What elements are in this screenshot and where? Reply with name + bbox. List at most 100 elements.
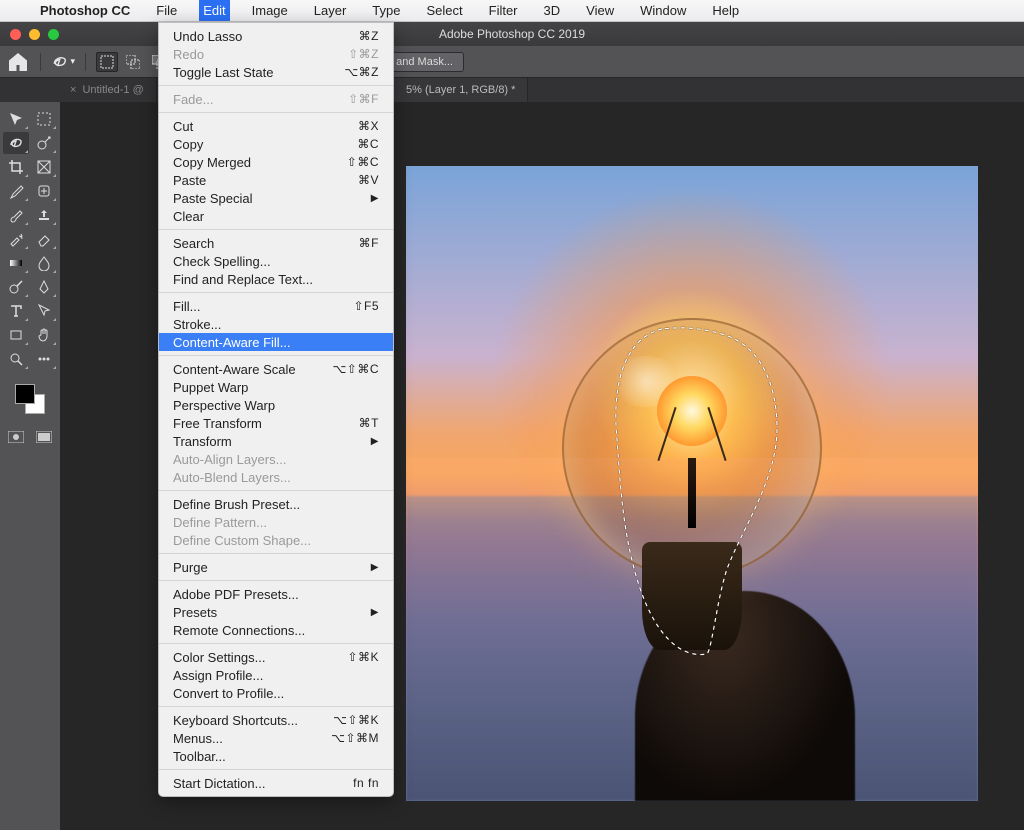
eyedropper-tool[interactable] bbox=[3, 180, 29, 202]
color-swatches[interactable] bbox=[15, 384, 45, 414]
menu-3d[interactable]: 3D bbox=[540, 0, 565, 21]
menu-item-copy[interactable]: Copy⌘C bbox=[159, 135, 393, 153]
menu-item-label: Define Pattern... bbox=[173, 515, 379, 530]
gradient-tool[interactable] bbox=[3, 252, 29, 274]
menu-item-start-dictation[interactable]: Start Dictation...fn fn bbox=[159, 774, 393, 792]
menu-item-define-brush-preset[interactable]: Define Brush Preset... bbox=[159, 495, 393, 513]
menu-item-shortcut: ⇧⌘K bbox=[319, 650, 379, 664]
quick-mask-icon[interactable] bbox=[5, 428, 27, 446]
menu-window[interactable]: Window bbox=[636, 0, 690, 21]
eraser-tool[interactable] bbox=[31, 228, 57, 250]
maximize-icon[interactable] bbox=[48, 29, 59, 40]
menu-item-shortcut: fn fn bbox=[319, 776, 379, 790]
menu-item-free-transform[interactable]: Free Transform⌘T bbox=[159, 414, 393, 432]
type-tool[interactable] bbox=[3, 300, 29, 322]
menu-item-toolbar[interactable]: Toolbar... bbox=[159, 747, 393, 765]
menu-filter[interactable]: Filter bbox=[485, 0, 522, 21]
blur-tool[interactable] bbox=[31, 252, 57, 274]
menu-separator bbox=[159, 229, 393, 230]
screen-mode-icon[interactable] bbox=[33, 428, 55, 446]
menu-separator bbox=[159, 580, 393, 581]
clone-tool[interactable] bbox=[31, 204, 57, 226]
menu-item-content-aware-fill[interactable]: Content-Aware Fill... bbox=[159, 333, 393, 351]
menu-item-copy-merged[interactable]: Copy Merged⇧⌘C bbox=[159, 153, 393, 171]
dodge-tool[interactable] bbox=[3, 276, 29, 298]
menu-edit[interactable]: Edit bbox=[199, 0, 229, 21]
menu-item-menus[interactable]: Menus...⌥⇧⌘M bbox=[159, 729, 393, 747]
app-name[interactable]: Photoshop CC bbox=[36, 0, 134, 21]
foreground-swatch[interactable] bbox=[15, 384, 35, 404]
menu-item-presets[interactable]: Presets▶ bbox=[159, 603, 393, 621]
document-canvas[interactable] bbox=[406, 166, 978, 801]
history-brush-tool[interactable] bbox=[3, 228, 29, 250]
menu-item-assign-profile[interactable]: Assign Profile... bbox=[159, 666, 393, 684]
menu-item-label: Convert to Profile... bbox=[173, 686, 379, 701]
add-selection-icon[interactable] bbox=[122, 52, 144, 72]
menu-item-define-pattern: Define Pattern... bbox=[159, 513, 393, 531]
close-icon[interactable] bbox=[10, 29, 21, 40]
menu-item-content-aware-scale[interactable]: Content-Aware Scale⌥⇧⌘C bbox=[159, 360, 393, 378]
menu-item-transform[interactable]: Transform▶ bbox=[159, 432, 393, 450]
menu-layer[interactable]: Layer bbox=[310, 0, 351, 21]
menu-select[interactable]: Select bbox=[422, 0, 466, 21]
tab-untitled-1[interactable]: × Untitled-1 @ bbox=[0, 78, 157, 102]
menu-type[interactable]: Type bbox=[368, 0, 404, 21]
menu-separator bbox=[159, 769, 393, 770]
move-tool[interactable] bbox=[3, 108, 29, 130]
menu-item-shortcut: ⌥⇧⌘M bbox=[319, 731, 379, 745]
menu-item-undo-lasso[interactable]: Undo Lasso⌘Z bbox=[159, 27, 393, 45]
tab-active-document[interactable]: 5% (Layer 1, RGB/8) * bbox=[394, 78, 528, 102]
menu-item-purge[interactable]: Purge▶ bbox=[159, 558, 393, 576]
menu-item-cut[interactable]: Cut⌘X bbox=[159, 117, 393, 135]
menu-item-keyboard-shortcuts[interactable]: Keyboard Shortcuts...⌥⇧⌘K bbox=[159, 711, 393, 729]
close-icon[interactable]: × bbox=[70, 84, 76, 96]
hand-tool[interactable] bbox=[31, 324, 57, 346]
active-tool-icon[interactable]: ▾ bbox=[51, 51, 75, 73]
menu-item-paste-special[interactable]: Paste Special▶ bbox=[159, 189, 393, 207]
lasso-tool[interactable] bbox=[3, 132, 29, 154]
menu-item-perspective-warp[interactable]: Perspective Warp bbox=[159, 396, 393, 414]
path-select-tool[interactable] bbox=[31, 300, 57, 322]
rectangle-tool[interactable] bbox=[3, 324, 29, 346]
menu-item-search[interactable]: Search⌘F bbox=[159, 234, 393, 252]
menu-item-paste[interactable]: Paste⌘V bbox=[159, 171, 393, 189]
menu-item-label: Color Settings... bbox=[173, 650, 319, 665]
menu-item-color-settings[interactable]: Color Settings...⇧⌘K bbox=[159, 648, 393, 666]
menu-item-label: Auto-Blend Layers... bbox=[173, 470, 379, 485]
menu-item-convert-to-profile[interactable]: Convert to Profile... bbox=[159, 684, 393, 702]
quick-select-tool[interactable] bbox=[31, 132, 57, 154]
menu-help[interactable]: Help bbox=[708, 0, 743, 21]
menu-separator bbox=[159, 292, 393, 293]
new-selection-icon[interactable] bbox=[96, 52, 118, 72]
menu-item-label: Paste Special bbox=[173, 191, 319, 206]
menu-view[interactable]: View bbox=[582, 0, 618, 21]
edit-toolbar[interactable] bbox=[31, 348, 57, 370]
photoshop-window: Adobe Photoshop CC 2019 ▾ Select and Mas… bbox=[0, 22, 1024, 830]
menu-item-find-and-replace-text[interactable]: Find and Replace Text... bbox=[159, 270, 393, 288]
marquee-tool[interactable] bbox=[31, 108, 57, 130]
crop-tool[interactable] bbox=[3, 156, 29, 178]
document-tab-bar: × Untitled-1 @ 5% (Layer 1, RGB/8) * bbox=[0, 78, 1024, 102]
menu-separator bbox=[159, 112, 393, 113]
menu-item-remote-connections[interactable]: Remote Connections... bbox=[159, 621, 393, 639]
zoom-tool[interactable] bbox=[3, 348, 29, 370]
minimize-icon[interactable] bbox=[29, 29, 40, 40]
menu-image[interactable]: Image bbox=[248, 0, 292, 21]
menu-item-toggle-last-state[interactable]: Toggle Last State⌥⌘Z bbox=[159, 63, 393, 81]
menu-item-stroke[interactable]: Stroke... bbox=[159, 315, 393, 333]
menu-file[interactable]: File bbox=[152, 0, 181, 21]
pen-tool[interactable] bbox=[31, 276, 57, 298]
menu-item-define-custom-shape: Define Custom Shape... bbox=[159, 531, 393, 549]
menu-item-label: Toolbar... bbox=[173, 749, 379, 764]
brush-tool[interactable] bbox=[3, 204, 29, 226]
menu-item-fill[interactable]: Fill...⇧F5 bbox=[159, 297, 393, 315]
menu-item-puppet-warp[interactable]: Puppet Warp bbox=[159, 378, 393, 396]
menu-item-label: Transform bbox=[173, 434, 319, 449]
frame-tool[interactable] bbox=[31, 156, 57, 178]
healing-tool[interactable] bbox=[31, 180, 57, 202]
menu-item-check-spelling[interactable]: Check Spelling... bbox=[159, 252, 393, 270]
menu-item-adobe-pdf-presets[interactable]: Adobe PDF Presets... bbox=[159, 585, 393, 603]
menu-separator bbox=[159, 553, 393, 554]
home-icon[interactable] bbox=[6, 51, 30, 73]
menu-item-clear[interactable]: Clear bbox=[159, 207, 393, 225]
